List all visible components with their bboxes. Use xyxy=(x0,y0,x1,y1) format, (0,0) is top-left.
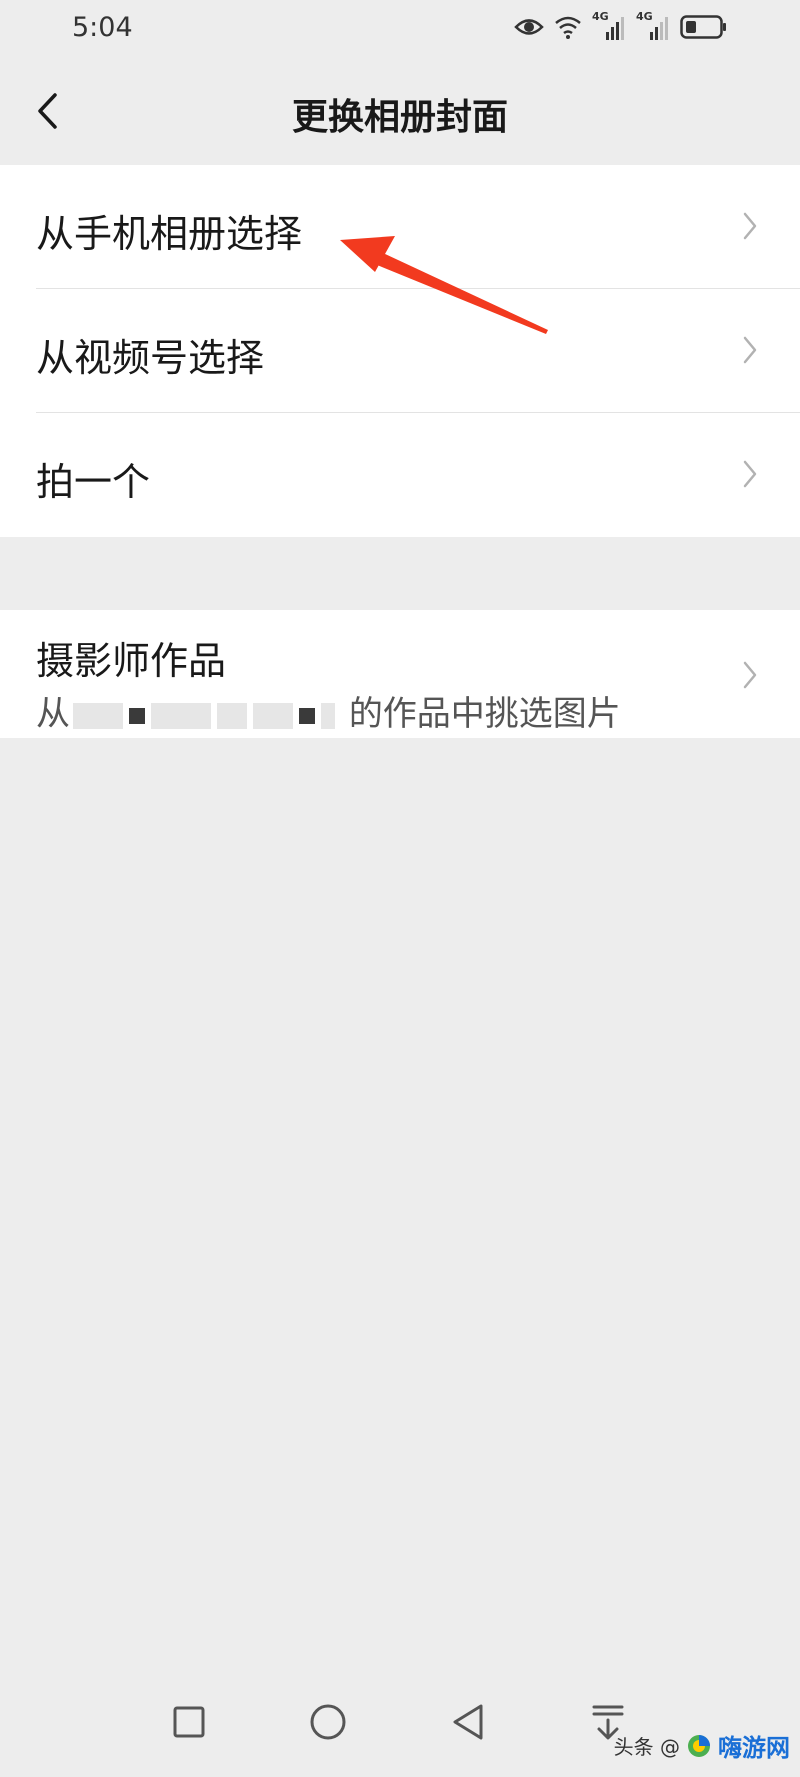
menu-item-phone-album[interactable]: 从手机相册选择 xyxy=(0,165,800,289)
redacted-name xyxy=(129,707,145,724)
redacted-name xyxy=(73,702,123,729)
chevron-right-icon xyxy=(743,661,757,689)
menu-item-label: 摄影师作品 xyxy=(36,639,227,683)
redacted-name xyxy=(217,702,247,729)
menu-item-label: 从视频号选择 xyxy=(36,336,265,380)
redacted-name xyxy=(151,702,211,729)
battery-icon xyxy=(680,15,726,39)
chevron-right-icon xyxy=(743,460,757,488)
watermark-text: 头条 @ xyxy=(613,1735,680,1759)
subtitle-suffix: 的作品中挑选图片 xyxy=(348,694,621,734)
watermark: 头条 @ 嗨游网 xyxy=(614,1728,790,1763)
menu-item-photographer-works[interactable]: 摄影师作品 从 的作品中挑选图片 xyxy=(0,610,800,738)
recents-button[interactable] xyxy=(164,1697,214,1747)
watermark-brand: 嗨游网 xyxy=(718,1734,790,1762)
status-time: 5:04 xyxy=(72,12,133,43)
home-button[interactable] xyxy=(303,1697,353,1747)
menu-item-label: 从手机相册选择 xyxy=(36,212,303,256)
chevron-right-icon xyxy=(743,336,757,364)
menu-item-take-photo[interactable]: 拍一个 xyxy=(0,413,800,537)
nav-bar: 更换相册封面 xyxy=(0,58,800,165)
redacted-name xyxy=(299,707,315,724)
wifi-icon xyxy=(555,16,581,39)
triangle-left-icon xyxy=(453,1704,483,1740)
photographer-works-menu: 摄影师作品 从 的作品中挑选图片 xyxy=(0,610,800,738)
page-title: 更换相册封面 xyxy=(291,97,508,138)
redacted-name xyxy=(321,702,335,729)
back-nav-button[interactable] xyxy=(443,1697,493,1747)
watermark-logo-icon xyxy=(688,1734,710,1757)
signal-icon-1: 4G xyxy=(592,10,626,40)
menu-item-subtitle: 从 的作品中挑选图片 xyxy=(36,686,621,735)
redacted-name xyxy=(253,702,293,729)
cover-source-menu: 从手机相册选择 从视频号选择 拍一个 xyxy=(0,165,800,537)
subtitle-prefix: 从 xyxy=(36,694,70,734)
circle-icon xyxy=(310,1704,346,1740)
chevron-right-icon xyxy=(743,212,757,240)
square-icon xyxy=(173,1706,205,1738)
menu-item-label: 拍一个 xyxy=(36,460,151,504)
status-icons: 4G 4G xyxy=(514,10,728,40)
status-bar: 5:04 4G 4G xyxy=(0,0,800,58)
menu-item-channels[interactable]: 从视频号选择 xyxy=(0,289,800,413)
eye-icon xyxy=(514,19,544,35)
signal-icon-2: 4G xyxy=(636,10,670,40)
